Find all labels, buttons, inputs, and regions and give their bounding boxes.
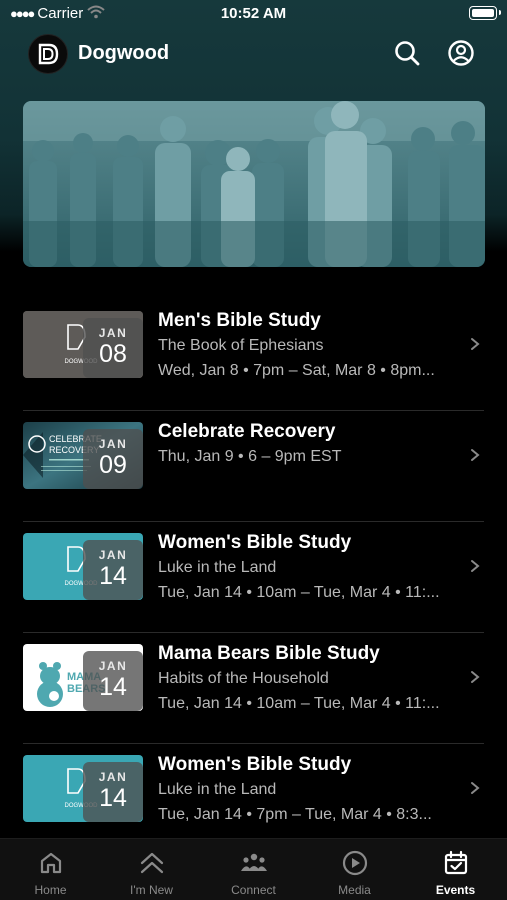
- tab-connect[interactable]: Connect: [203, 839, 304, 900]
- chevrons-up-icon: [140, 852, 163, 874]
- event-time: Tue, Jan 14 • 7pm – Tue, Mar 4 • 8:3...: [158, 806, 432, 823]
- event-time: Tue, Jan 14 • 10am – Tue, Mar 4 • 11:...: [158, 584, 440, 601]
- home-icon: [40, 852, 61, 874]
- people-icon: [240, 853, 267, 871]
- account-circle-icon[interactable]: [446, 38, 476, 68]
- tab-media[interactable]: Media: [304, 839, 405, 900]
- event-row[interactable]: CELEBRATE RECOVERY JAN 09 Celebrate Reco…: [0, 411, 507, 522]
- status-time: 10:52 AM: [220, 5, 287, 22]
- event-title: Mama Bears Bible Study: [158, 643, 380, 664]
- tab-label: Connect: [231, 883, 276, 897]
- event-subtitle: The Book of Ephesians: [158, 337, 324, 354]
- event-row[interactable]: DOGWOOD JAN 08 Men's Bible Study The Boo…: [0, 300, 507, 411]
- hero-banner-image[interactable]: [23, 101, 485, 267]
- dogwood-logo-icon: [38, 43, 59, 65]
- tab-label: I'm New: [130, 883, 173, 897]
- date-day: 14: [99, 673, 127, 701]
- event-list: DOGWOOD JAN 08 Men's Bible Study The Boo…: [0, 300, 507, 855]
- event-title: Celebrate Recovery: [158, 421, 336, 442]
- app-header: Dogwood: [0, 30, 507, 76]
- date-badge: JAN 09: [83, 429, 143, 489]
- chevron-right-icon: [471, 449, 480, 461]
- event-subtitle: Habits of the Household: [158, 670, 329, 687]
- chevron-right-icon: [471, 782, 480, 794]
- worship-crowd-image: [23, 101, 485, 267]
- search-icon[interactable]: [392, 38, 422, 68]
- date-month: JAN: [98, 326, 128, 340]
- event-subtitle: Luke in the Land: [158, 559, 277, 576]
- event-time: Thu, Jan 9 • 6 – 9pm EST: [158, 448, 342, 465]
- tab-im-new[interactable]: I'm New: [101, 839, 202, 900]
- dogwood-logo[interactable]: [28, 34, 68, 74]
- date-badge: JAN 14: [83, 651, 143, 711]
- date-badge: JAN 14: [83, 762, 143, 822]
- chevron-right-icon: [471, 671, 480, 683]
- tab-label: Home: [34, 883, 67, 897]
- date-month: JAN: [98, 437, 128, 451]
- date-day: 09: [99, 451, 127, 479]
- play-circle-icon: [342, 850, 367, 876]
- event-row[interactable]: DOGWOOD JAN 14 Women's Bible Study Luke …: [0, 522, 507, 633]
- chevron-right-icon: [471, 338, 480, 350]
- event-title: Women's Bible Study: [158, 754, 352, 775]
- events-screen: ●●●● Carrier 10:52 AM Dogwood DOGWOOD JA…: [0, 0, 507, 900]
- date-badge: JAN 08: [83, 318, 143, 378]
- tab-label: Events: [435, 883, 476, 897]
- battery-icon: [469, 6, 501, 20]
- event-subtitle: Luke in the Land: [158, 781, 277, 798]
- event-title: Men's Bible Study: [158, 310, 321, 331]
- date-day: 14: [99, 784, 127, 812]
- tab-events[interactable]: Events: [405, 839, 506, 900]
- tab-home[interactable]: Home: [0, 839, 101, 900]
- tab-label: Media: [338, 883, 371, 897]
- chevron-right-icon: [471, 560, 480, 572]
- event-title: Women's Bible Study: [158, 532, 352, 553]
- date-day: 08: [99, 340, 127, 368]
- date-month: JAN: [98, 659, 128, 673]
- event-row[interactable]: MAMA BEARS JAN 14 Mama Bears Bible Study…: [0, 633, 507, 744]
- date-month: JAN: [98, 548, 128, 562]
- date-badge: JAN 14: [83, 540, 143, 600]
- tab-bar: Home I'm New Connect Media Events: [0, 838, 507, 900]
- date-month: JAN: [98, 770, 128, 784]
- status-bar: ●●●● Carrier 10:52 AM: [0, 0, 507, 30]
- event-time: Wed, Jan 8 • 7pm – Sat, Mar 8 • 8pm...: [158, 362, 435, 379]
- date-day: 14: [99, 562, 127, 590]
- calendar-check-icon: [444, 850, 467, 875]
- event-time: Tue, Jan 14 • 10am – Tue, Mar 4 • 11:...: [158, 695, 440, 712]
- app-title: Dogwood: [78, 42, 170, 64]
